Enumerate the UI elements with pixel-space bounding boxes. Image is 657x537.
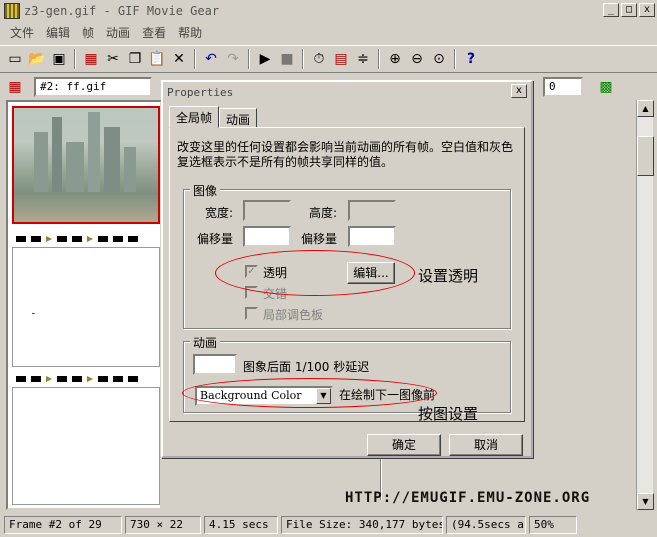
paste-icon[interactable]: 📋 [146, 48, 168, 70]
tab-animation[interactable]: 动画 [219, 108, 258, 128]
undo-icon[interactable]: ↶ [200, 48, 222, 70]
palette-icon[interactable]: ▩ [595, 76, 617, 98]
app-icon [4, 3, 20, 19]
status-zoom: 50% [529, 516, 577, 534]
menu-animation[interactable]: 动画 [100, 24, 136, 41]
delay-label: 图象后面 1/100 秒延迟 [243, 360, 370, 374]
toolbar-separator [378, 49, 380, 69]
ok-button[interactable]: 确定 [367, 434, 441, 456]
value-field[interactable]: 0 [543, 77, 583, 97]
stop-icon[interactable]: ■ [276, 48, 298, 70]
cancel-button[interactable]: 取消 [449, 434, 523, 456]
toolbar-separator [194, 49, 196, 69]
vertical-scrollbar[interactable]: ▲ ▼ [636, 100, 654, 510]
frame-properties-icon[interactable]: ▦ [4, 76, 26, 98]
dialog-title: Properties [167, 85, 234, 99]
play-icon[interactable]: ▶ [254, 48, 276, 70]
menu-bar: 文件 编辑 帧 动画 查看 帮助 [0, 22, 657, 43]
zoom-out-icon[interactable]: ⊖ [406, 48, 428, 70]
menu-frame[interactable]: 帧 [76, 24, 100, 41]
resize-icon[interactable]: ≑ [352, 48, 374, 70]
scroll-up-icon[interactable]: ▲ [637, 100, 654, 117]
film-icon[interactable]: ▦ [80, 48, 102, 70]
status-dimensions: 730 × 22 [125, 516, 201, 534]
dialog-close-button[interactable]: x [511, 84, 527, 98]
save-icon[interactable]: ▣ [48, 48, 70, 70]
close-button[interactable]: x [639, 3, 655, 17]
frame-thumbnail[interactable]: ⁃ [12, 247, 160, 367]
local-palette-checkbox[interactable] [245, 307, 258, 320]
annotation-ellipse [215, 250, 415, 296]
offset-y-field[interactable] [348, 226, 396, 247]
status-frame: Frame #2 of 29 [4, 516, 122, 534]
window-title: z3-gen.gif - GIF Movie Gear [24, 4, 220, 18]
status-extra: (94.5secs a [446, 516, 526, 534]
new-file-icon[interactable]: ▭ [4, 48, 26, 70]
delay-field[interactable] [193, 354, 237, 375]
annotation-ellipse [182, 378, 437, 408]
cut-icon[interactable]: ✂ [102, 48, 124, 70]
local-palette-label: 局部调色板 [263, 308, 324, 322]
frame-thumbnail[interactable] [12, 387, 160, 505]
frames-panel: ⁃ [6, 100, 162, 510]
offset-x-label: 偏移量 [197, 232, 234, 246]
timing-icon[interactable]: ⏱ [308, 48, 330, 70]
status-filesize: File Size: 340,177 bytes [281, 516, 443, 534]
scroll-down-icon[interactable]: ▼ [637, 493, 654, 510]
frame-image [14, 108, 158, 222]
film-strip [12, 373, 160, 385]
offset-x-field[interactable] [243, 226, 291, 247]
delete-icon[interactable]: ✕ [168, 48, 190, 70]
status-bar: Frame #2 of 29 730 × 22 4.15 secs File S… [0, 513, 657, 537]
frame-thumbnail-selected[interactable] [12, 106, 160, 224]
toolbar-separator [454, 49, 456, 69]
copy-icon[interactable]: ❐ [124, 48, 146, 70]
annotation-disposal: 按图设置 [418, 405, 479, 423]
toolbar-separator [248, 49, 250, 69]
height-label: 高度: [309, 206, 338, 220]
watermark: HTTP://EMUGIF.EMU-ZONE.ORG [345, 490, 591, 506]
title-bar: z3-gen.gif - GIF Movie Gear _ □ x [0, 0, 657, 22]
toolbar-separator [302, 49, 304, 69]
status-duration: 4.15 secs [204, 516, 278, 534]
zoom-in-icon[interactable]: ⊕ [384, 48, 406, 70]
main-toolbar: ▭ 📂 ▣ ▦ ✂ ❐ 📋 ✕ ↶ ↷ ▶ ■ ⏱ ▤ ≑ ⊕ ⊖ ⊙ ? [0, 45, 657, 73]
menu-view[interactable]: 查看 [136, 24, 172, 41]
scroll-thumb[interactable] [637, 136, 654, 176]
redo-icon[interactable]: ↷ [222, 48, 244, 70]
maximize-button[interactable]: □ [621, 3, 637, 17]
menu-file[interactable]: 文件 [4, 24, 40, 41]
height-field [348, 200, 396, 221]
width-label: 宽度: [205, 206, 234, 220]
animation-group-label: 动画 [190, 334, 221, 351]
film-strip [12, 233, 160, 245]
tab-global-frame[interactable]: 全局帧 [169, 106, 220, 128]
width-field [243, 200, 291, 221]
frame-select[interactable]: #2: ff.gif [34, 77, 152, 97]
zoom-fit-icon[interactable]: ⊙ [428, 48, 450, 70]
toolbar-separator [74, 49, 76, 69]
annotation-transparent: 设置透明 [418, 267, 479, 285]
open-folder-icon[interactable]: 📂 [26, 48, 48, 70]
image-group-label: 图像 [190, 182, 221, 199]
crop-icon[interactable]: ▤ [330, 48, 352, 70]
menu-help[interactable]: 帮助 [172, 24, 208, 41]
help-icon[interactable]: ? [460, 48, 482, 70]
offset-y-label: 偏移量 [301, 232, 338, 246]
description-text: 改变这里的任何设置都会影响当前动画的所有帧。空白值和灰色复选框表示不是所有的帧共… [177, 140, 514, 169]
minimize-button[interactable]: _ [603, 3, 619, 17]
menu-edit[interactable]: 编辑 [40, 24, 76, 41]
